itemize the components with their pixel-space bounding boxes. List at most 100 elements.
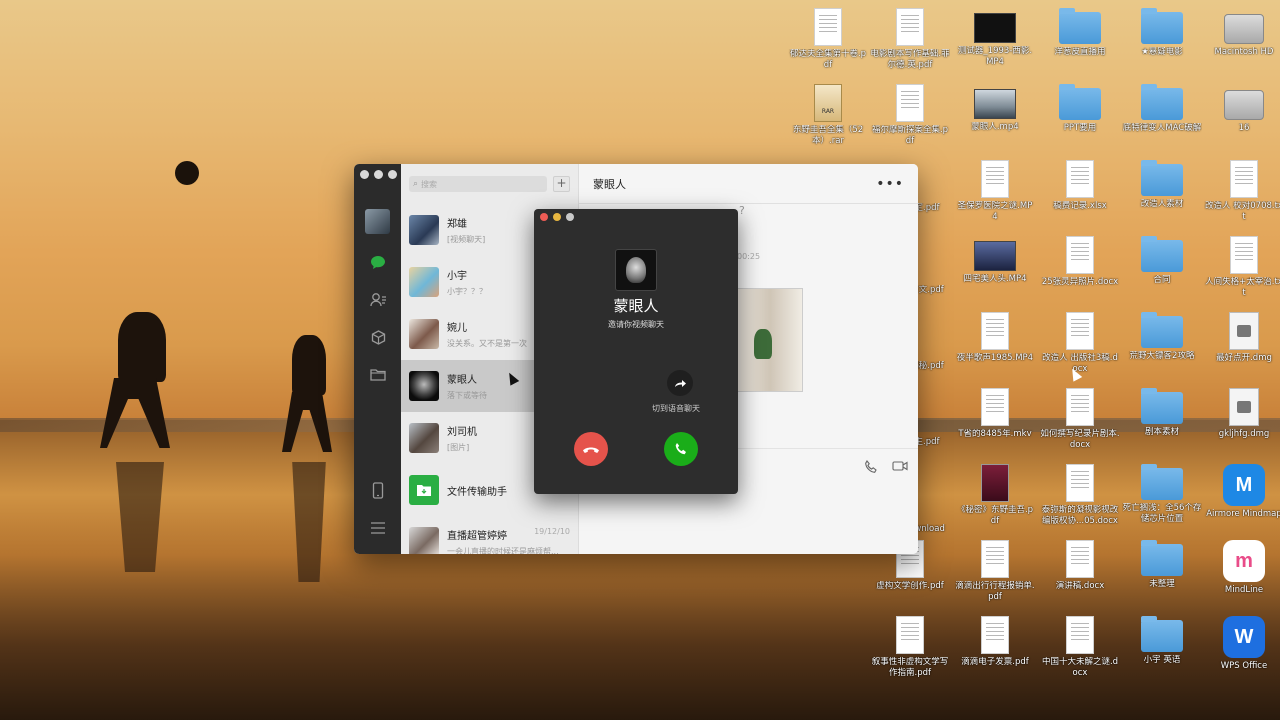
document-lines (1071, 471, 1089, 491)
document-file-icon (981, 616, 1009, 654)
desktop-icon[interactable]: 福尔摩斯探案全集.pdf (870, 84, 950, 147)
desktop-icon[interactable]: 演讲稿.docx (1040, 540, 1120, 592)
desktop-icon[interactable]: 稿费记录.xlsx (1040, 160, 1120, 212)
desktop-icon[interactable]: 合同 (1122, 236, 1202, 286)
minimize-window-button[interactable] (374, 170, 383, 179)
my-avatar[interactable] (365, 209, 390, 234)
desktop-icon[interactable]: 泰弥斯的凝视影视改编版权协...05.docx (1040, 464, 1120, 527)
desktop-icon[interactable]: 最好点开.dmg (1204, 312, 1280, 364)
minimize-call-window-button[interactable] (553, 213, 561, 221)
desktop-icon[interactable]: 小宇 英语 (1122, 616, 1202, 666)
desktop-icon-label: PPT要用 (1063, 123, 1097, 133)
desktop-icon[interactable]: M Airmore Mindmap (1204, 464, 1280, 520)
accept-call-button[interactable] (664, 432, 698, 466)
desktop-icon[interactable]: 叙事性非虚构文学写作指南.pdf (870, 616, 950, 679)
desktop-icon[interactable]: 四宅美人头.MP4 (955, 236, 1035, 285)
document-file-icon (981, 312, 1009, 350)
desktop-icon[interactable]: 滴滴电子发票.pdf (955, 616, 1035, 668)
desktop-icon[interactable]: m MindLine (1204, 540, 1280, 596)
document-lines (986, 623, 1004, 643)
desktop-icon[interactable]: 改造人素材 (1122, 160, 1202, 210)
add-chat-button[interactable]: + (553, 176, 570, 192)
desktop-icon[interactable]: 25张灵异照片.docx (1040, 236, 1120, 288)
close-window-button[interactable] (360, 170, 369, 179)
wechat-sidebar (354, 164, 401, 554)
desktop-icon-label: 蒙眼人.mp4 (971, 122, 1019, 132)
folder-icon (1141, 84, 1183, 120)
desktop-icon[interactable]: 郁达夫全集第十卷.pdf (788, 8, 868, 71)
desktop-icon[interactable]: 如何撰写纪录片剧本.docx (1040, 388, 1120, 451)
document-lines (1235, 167, 1253, 187)
desktop-icon-label: 泰弥斯的凝视影视改编版权协...05.docx (1041, 505, 1119, 526)
zoom-call-window-button[interactable] (566, 213, 574, 221)
desktop-icon[interactable]: 死亡搁浅：全56个存储芯片位置 (1122, 464, 1202, 525)
menu-icon[interactable] (368, 518, 388, 538)
search-input[interactable]: ⌕ 搜索 (409, 176, 547, 192)
video-file-icon (974, 241, 1016, 271)
document-file-icon (1066, 540, 1094, 578)
conversation-header: 蒙眼人 ••• (579, 164, 918, 204)
desktop-icon[interactable]: 滴滴出行行程报销单.pdf (955, 540, 1035, 603)
desktop-icon-label: 测试器_1993-西影.MP4 (957, 46, 1033, 67)
document-file-icon (1230, 160, 1258, 198)
document-file-icon (981, 388, 1009, 426)
more-options-button[interactable]: ••• (876, 176, 904, 192)
desktop-icon-label: 如何撰写纪录片剧本.docx (1040, 429, 1120, 450)
desktop-icon-label: gkljhfg.dmg (1218, 429, 1270, 439)
phone-hangup-icon (583, 447, 599, 453)
switch-to-voice-button[interactable] (667, 370, 693, 396)
desktop-icon[interactable]: 蒙眼人.mp4 (955, 84, 1035, 133)
caller-name: 蒙眼人 (613, 297, 659, 315)
desktop-icon-label: 叙事性非虚构文学写作指南.pdf (871, 657, 949, 678)
zoom-window-button[interactable] (388, 170, 397, 179)
app-icon: m (1223, 540, 1265, 582)
chats-icon[interactable] (368, 252, 388, 272)
desktop-icon[interactable]: 夜半歌声1985.MP4 (955, 312, 1035, 364)
close-call-window-button[interactable] (540, 213, 548, 221)
video-file-icon (974, 89, 1016, 119)
favorites-icon[interactable] (368, 327, 388, 347)
image-message[interactable] (737, 288, 803, 392)
desktop-icon[interactable]: 剧本素材 (1122, 388, 1202, 438)
desktop-icon[interactable]: 中国十大未解之谜.docx (1040, 616, 1120, 679)
archive-file-icon: RAR (814, 84, 842, 122)
desktop-icon[interactable]: 测试器_1993-西影.MP4 (955, 8, 1035, 68)
desktop-icon[interactable]: 洋葱皮直播用 (1040, 8, 1120, 58)
desktop-icon[interactable]: 圣保罗医院之谜.MP4 (955, 160, 1035, 223)
chat-item-tingting[interactable]: 直播超管婷婷 一会儿直播的时候还是麻烦帮... 19/12/10 (401, 516, 578, 554)
desktop-icon[interactable]: 荒野大镖客2攻略 (1122, 312, 1202, 362)
search-icon: ⌕ (413, 179, 419, 189)
desktop-icon[interactable]: 人间失格+太宰治.txt (1204, 236, 1280, 299)
desktop-icon[interactable]: 底特律变人MAC破解 (1122, 84, 1202, 134)
avatar (409, 527, 439, 554)
desktop-icon[interactable]: gkljhfg.dmg (1204, 388, 1280, 440)
desktop-icon[interactable]: T省的8485年.mkv (955, 388, 1035, 440)
desktop-icon[interactable]: 《秘密》东野圭吾.pdf (955, 464, 1035, 527)
files-icon[interactable] (368, 364, 388, 384)
desktop-icon[interactable]: 未整理 (1122, 540, 1202, 590)
contacts-icon[interactable] (368, 289, 388, 309)
desktop-icon[interactable]: 改造人 出版社3稿.docx (1040, 312, 1120, 375)
desktop-icon[interactable]: ★悬疑电影 (1122, 8, 1202, 58)
document-lines (1071, 243, 1089, 263)
document-file-icon (896, 8, 924, 46)
document-file-icon (896, 616, 924, 654)
desktop-icon-label: 小宇 英语 (1143, 655, 1181, 665)
player-silhouette-left (118, 312, 166, 382)
desktop-icon[interactable]: Macintosh HD (1204, 8, 1280, 58)
folder-icon (1059, 8, 1101, 44)
voice-call-icon[interactable] (864, 460, 878, 477)
desktop-icon[interactable]: 16 (1204, 84, 1280, 134)
video-call-icon[interactable] (892, 460, 908, 475)
desktop-icon[interactable]: RAR 东野圭吾全集（52本）.rar (788, 84, 868, 147)
desktop-icon[interactable]: 电影剧本写作基础.菲尔德.英.pdf (870, 8, 950, 71)
desktop-icon-label: 四宅美人头.MP4 (963, 274, 1027, 284)
desktop-icon[interactable]: 改造人 校对0708.txt (1204, 160, 1280, 223)
desktop-icon-label: 25张灵异照片.docx (1041, 277, 1119, 287)
desktop-icon[interactable]: PPT要用 (1040, 84, 1120, 134)
decline-call-button[interactable] (574, 432, 608, 466)
phone-icon[interactable] (368, 480, 388, 500)
desktop-icon[interactable]: W WPS Office (1204, 616, 1280, 672)
app-icon: M (1223, 464, 1265, 506)
desktop-icon-label: 剧本素材 (1144, 427, 1179, 437)
